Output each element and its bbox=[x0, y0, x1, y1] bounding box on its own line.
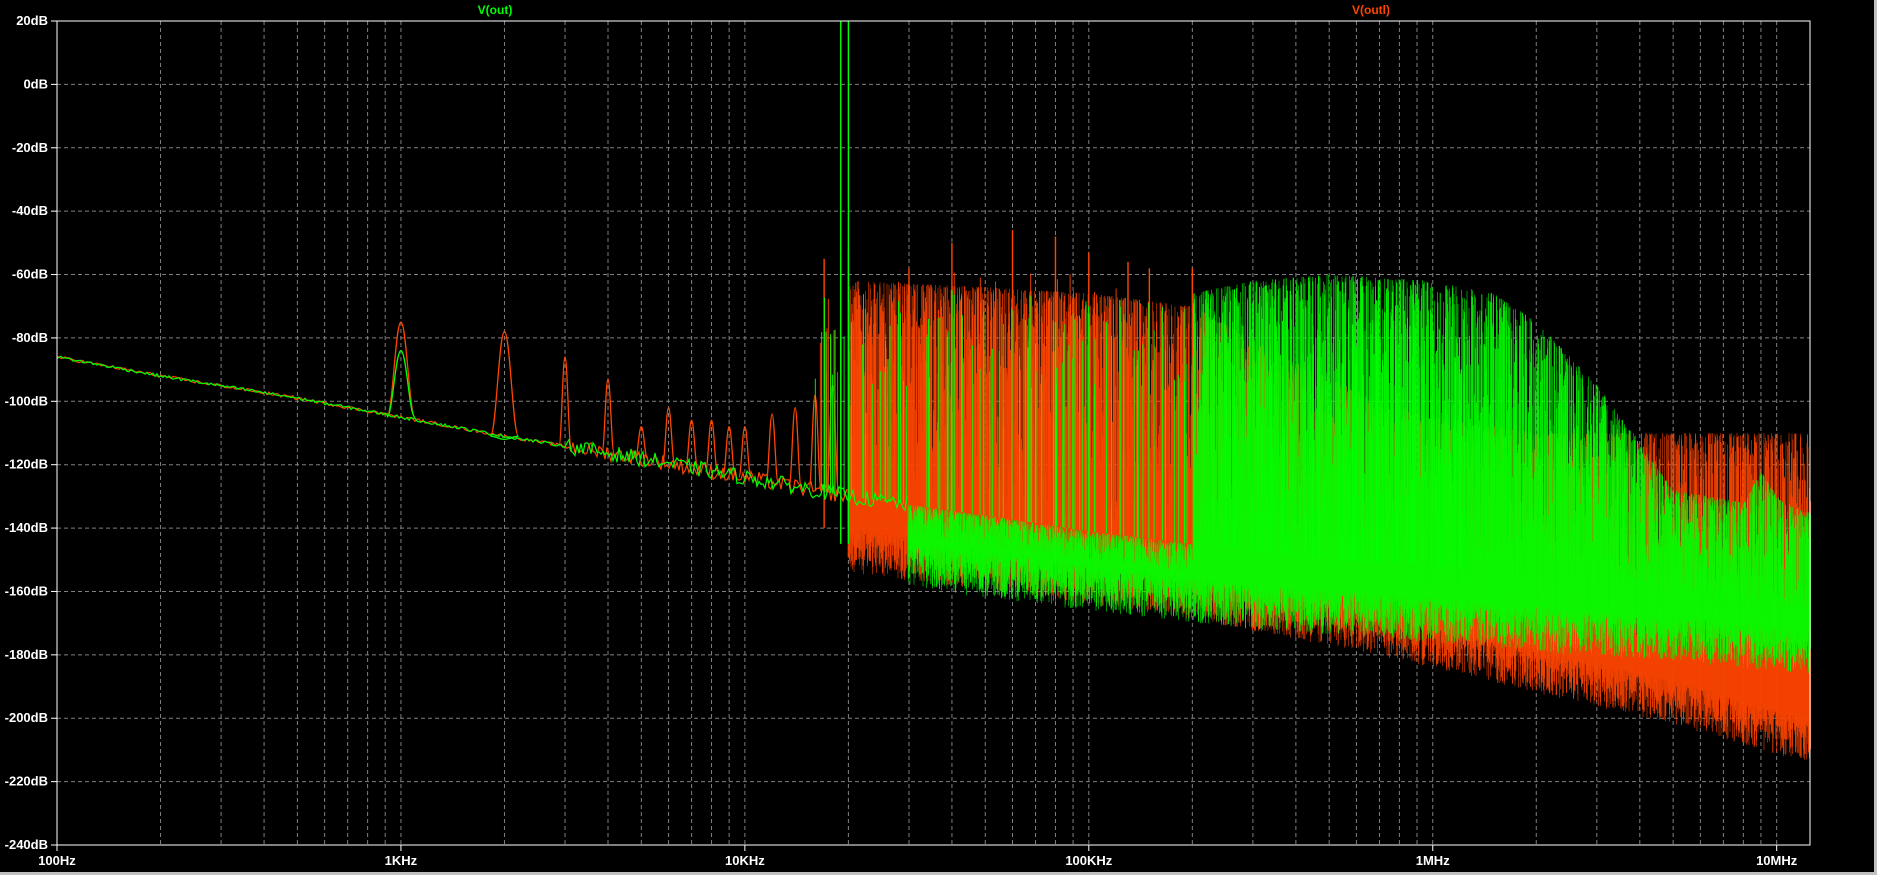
traces bbox=[56, 21, 1811, 760]
spectrum-plot[interactable]: 20dB 0dB -20dB -40dB -60dB -80dB -100dB -120dB -… bbox=[0, 0, 1877, 875]
y-tick-label: -180dB bbox=[5, 647, 48, 662]
y-tick-label: -220dB bbox=[5, 774, 48, 789]
y-tick-label: -200dB bbox=[5, 710, 48, 725]
y-tick-label: 20dB bbox=[16, 13, 48, 28]
y-tick-label: -80dB bbox=[12, 330, 48, 345]
x-tick-label: 1MHz bbox=[1416, 853, 1450, 868]
trace-label-vout[interactable]: V(out) bbox=[478, 3, 513, 17]
x-tick-label: 100KHz bbox=[1065, 853, 1112, 868]
y-tick-label: -240dB bbox=[5, 837, 48, 852]
trace-legend[interactable]: V(out) V(outl) bbox=[478, 3, 1390, 17]
x-tick-label: 10MHz bbox=[1756, 853, 1798, 868]
trace-label-voutl[interactable]: V(outl) bbox=[1352, 3, 1390, 17]
x-tick-label: 10KHz bbox=[725, 853, 765, 868]
y-tick-label: -160dB bbox=[5, 583, 48, 598]
y-tick-label: -40dB bbox=[12, 203, 48, 218]
noise-floor-line bbox=[56, 355, 908, 512]
x-tick-label: 1KHz bbox=[385, 853, 418, 868]
y-tick-label: 0dB bbox=[23, 76, 48, 91]
x-axis-ticks: 100Hz 1KHz 10KHz 100KHz 1MHz 10MHz bbox=[38, 845, 1798, 868]
y-tick-label: -20dB bbox=[12, 140, 48, 155]
y-axis-ticks: 20dB 0dB -20dB -40dB -60dB -80dB -100dB -120dB -… bbox=[5, 13, 57, 852]
harmonic-peak bbox=[788, 406, 802, 488]
y-tick-label: -60dB bbox=[12, 267, 48, 282]
y-tick-label: -120dB bbox=[5, 457, 48, 472]
y-tick-label: -140dB bbox=[5, 520, 48, 535]
waveform-plot-window[interactable]: 20dB 0dB -20dB -40dB -60dB -80dB -100dB -120dB -… bbox=[0, 0, 1877, 875]
y-tick-label: -100dB bbox=[5, 393, 48, 408]
x-tick-label: 100Hz bbox=[38, 853, 76, 868]
harmonic-peak bbox=[765, 413, 779, 484]
